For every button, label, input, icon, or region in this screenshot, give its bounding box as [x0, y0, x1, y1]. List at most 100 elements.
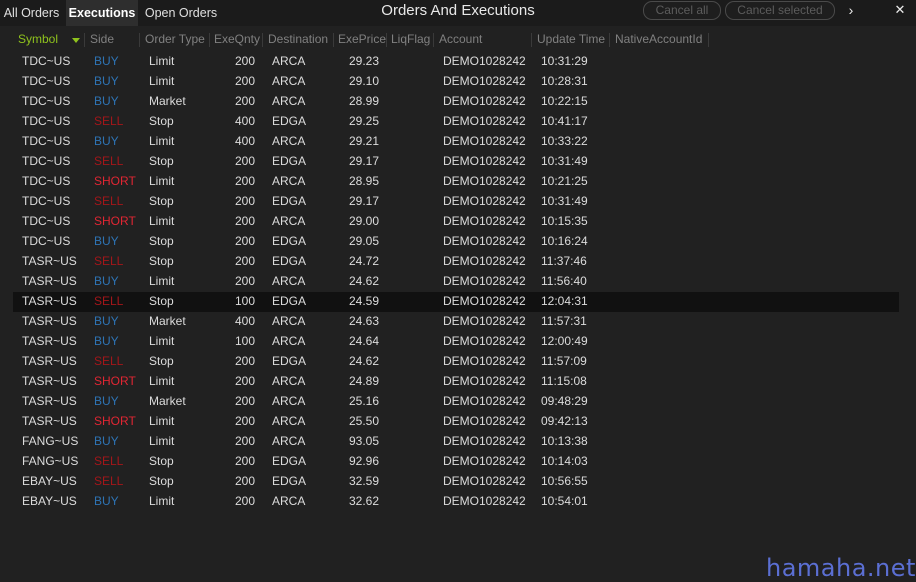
row-account: DEMO1028242 — [443, 174, 526, 188]
table-row[interactable]: TASR~US SELL Stop 200 EDGA 24.62 DEMO1028242 11… — [13, 352, 899, 372]
table-row[interactable]: TDC~US BUY Limit 400 ARCA 29.21 DEMO1028242 10:… — [13, 132, 899, 152]
row-order-type: Limit — [149, 374, 175, 388]
table-row[interactable]: TASR~US BUY Market 400 ARCA 24.63 DEMO1028242 1… — [13, 312, 899, 332]
table-row[interactable]: TDC~US BUY Limit 200 ARCA 29.23 DEMO1028242 10:… — [13, 52, 899, 72]
table-row[interactable]: TASR~US SELL Stop 200 EDGA 24.72 DEMO1028242 11… — [13, 252, 899, 272]
row-exe-qnty: 200 — [235, 174, 256, 188]
row-symbol: EBAY~US — [22, 494, 77, 508]
column-header-update-time[interactable]: Update Time — [537, 32, 605, 46]
row-order-type: Limit — [149, 494, 175, 508]
row-destination: ARCA — [272, 134, 306, 148]
table-row[interactable]: TASR~US SELL Stop 100 EDGA 24.59 DEMO1028242 12… — [13, 292, 899, 312]
sort-descending-icon[interactable] — [72, 38, 80, 43]
table-row[interactable]: FANG~US SELL Stop 200 EDGA 92.96 DEMO1028242 10… — [13, 452, 899, 472]
table-row[interactable]: TDC~US SELL Stop 200 EDGA 29.17 DEMO1028242 10:… — [13, 192, 899, 212]
column-separator[interactable] — [84, 33, 85, 47]
expand-icon[interactable]: › — [843, 1, 859, 19]
table-row[interactable]: TDC~US BUY Limit 200 ARCA 29.10 DEMO1028242 10:… — [13, 72, 899, 92]
row-exe-qnty: 200 — [235, 274, 256, 288]
row-exe-qnty: 400 — [235, 114, 256, 128]
row-account: DEMO1028242 — [443, 474, 526, 488]
table-row[interactable]: TDC~US BUY Market 200 ARCA 28.99 DEMO1028242 10… — [13, 92, 899, 112]
row-account: DEMO1028242 — [443, 194, 526, 208]
column-header-destination[interactable]: Destination — [268, 32, 328, 46]
row-symbol: TDC~US — [22, 174, 71, 188]
row-destination: EDGA — [272, 354, 307, 368]
column-header-side[interactable]: Side — [90, 32, 114, 46]
row-destination: ARCA — [272, 334, 306, 348]
table-row[interactable]: TDC~US SHORT Limit 200 ARCA 28.95 DEMO1028242 1… — [13, 172, 899, 192]
row-side: BUY — [94, 434, 119, 448]
row-exe-qnty: 200 — [235, 374, 256, 388]
column-separator[interactable] — [139, 33, 140, 47]
cancel-all-button[interactable]: Cancel all — [643, 1, 721, 20]
row-exe-price: 29.05 — [349, 234, 380, 248]
row-account: DEMO1028242 — [443, 414, 526, 428]
row-symbol: TDC~US — [22, 134, 71, 148]
column-separator[interactable] — [433, 33, 434, 47]
table-row[interactable]: TASR~US SHORT Limit 200 ARCA 24.89 DEMO1028242… — [13, 372, 899, 392]
row-update-time: 09:48:29 — [541, 394, 588, 408]
table-row[interactable]: TDC~US BUY Stop 200 EDGA 29.05 DEMO1028242 10:1… — [13, 232, 899, 252]
row-update-time: 11:57:31 — [541, 314, 587, 328]
column-separator[interactable] — [333, 33, 334, 47]
table-row[interactable]: TDC~US SELL Stop 200 EDGA 29.17 DEMO1028242 10:… — [13, 152, 899, 172]
cancel-selected-button[interactable]: Cancel selected — [725, 1, 835, 20]
column-header-liq-flag[interactable]: LiqFlag — [391, 32, 430, 46]
column-separator[interactable] — [209, 33, 210, 47]
row-symbol: FANG~US — [22, 454, 79, 468]
table-row[interactable]: TASR~US BUY Limit 200 ARCA 24.62 DEMO1028242 11… — [13, 272, 899, 292]
column-separator[interactable] — [531, 33, 532, 47]
row-exe-qnty: 200 — [235, 234, 256, 248]
row-exe-qnty: 100 — [235, 294, 256, 308]
table-row[interactable]: EBAY~US SELL Stop 200 EDGA 32.59 DEMO1028242 10… — [13, 472, 899, 492]
row-update-time: 10:28:31 — [541, 74, 588, 88]
column-header-symbol[interactable]: Symbol — [18, 32, 58, 46]
row-symbol: TDC~US — [22, 74, 71, 88]
row-order-type: Stop — [149, 354, 174, 368]
row-destination: ARCA — [272, 214, 306, 228]
column-header-account[interactable]: Account — [439, 32, 482, 46]
row-destination: ARCA — [272, 414, 306, 428]
tab-open-orders[interactable]: Open Orders — [141, 0, 221, 26]
table-row[interactable]: TDC~US SELL Stop 400 EDGA 29.25 DEMO1028242 10:… — [13, 112, 899, 132]
column-header-exe-qnty[interactable]: ExeQnty — [214, 32, 260, 46]
column-separator[interactable] — [386, 33, 387, 47]
table-row[interactable]: TASR~US BUY Market 200 ARCA 25.16 DEMO1028242 0… — [13, 392, 899, 412]
column-separator[interactable] — [609, 33, 610, 47]
row-destination: EDGA — [272, 234, 307, 248]
row-destination: EDGA — [272, 454, 307, 468]
table-header: Symbol Side Order Type ExeQnty Destinati… — [0, 29, 916, 49]
row-account: DEMO1028242 — [443, 334, 526, 348]
row-destination: ARCA — [272, 494, 306, 508]
row-symbol: TDC~US — [22, 214, 71, 228]
column-header-order-type[interactable]: Order Type — [145, 32, 205, 46]
table-row[interactable]: TASR~US BUY Limit 100 ARCA 24.64 DEMO1028242 12… — [13, 332, 899, 352]
row-symbol: TASR~US — [22, 334, 77, 348]
table-row[interactable]: TDC~US SHORT Limit 200 ARCA 29.00 DEMO1028242 1… — [13, 212, 899, 232]
row-exe-price: 25.50 — [349, 414, 380, 428]
column-header-exe-price[interactable]: ExePrice — [338, 32, 386, 46]
row-order-type: Stop — [149, 154, 174, 168]
row-symbol: FANG~US — [22, 434, 79, 448]
row-update-time: 09:42:13 — [541, 414, 588, 428]
column-separator[interactable] — [262, 33, 263, 47]
column-header-native-account-id[interactable]: NativeAccountId — [615, 32, 702, 46]
column-separator[interactable] — [708, 33, 709, 47]
table-row[interactable]: TASR~US SHORT Limit 200 ARCA 25.50 DEMO1028242… — [13, 412, 899, 432]
table-row[interactable]: EBAY~US BUY Limit 200 ARCA 32.62 DEMO1028242 10… — [13, 492, 899, 512]
row-symbol: TASR~US — [22, 314, 77, 328]
tab-executions[interactable]: Executions — [66, 0, 138, 26]
row-exe-price: 28.95 — [349, 174, 380, 188]
table-row[interactable]: FANG~US BUY Limit 200 ARCA 93.05 DEMO1028242 10… — [13, 432, 899, 452]
row-update-time: 10:33:22 — [541, 134, 588, 148]
row-side: BUY — [94, 74, 119, 88]
row-update-time: 10:14:03 — [541, 454, 588, 468]
tab-all-orders[interactable]: All Orders — [0, 0, 63, 26]
row-order-type: Limit — [149, 54, 175, 68]
close-icon[interactable]: ✕ — [891, 1, 909, 19]
row-exe-price: 29.21 — [349, 134, 380, 148]
row-update-time: 10:31:29 — [541, 54, 588, 68]
row-order-type: Limit — [149, 274, 175, 288]
row-order-type: Market — [149, 94, 186, 108]
